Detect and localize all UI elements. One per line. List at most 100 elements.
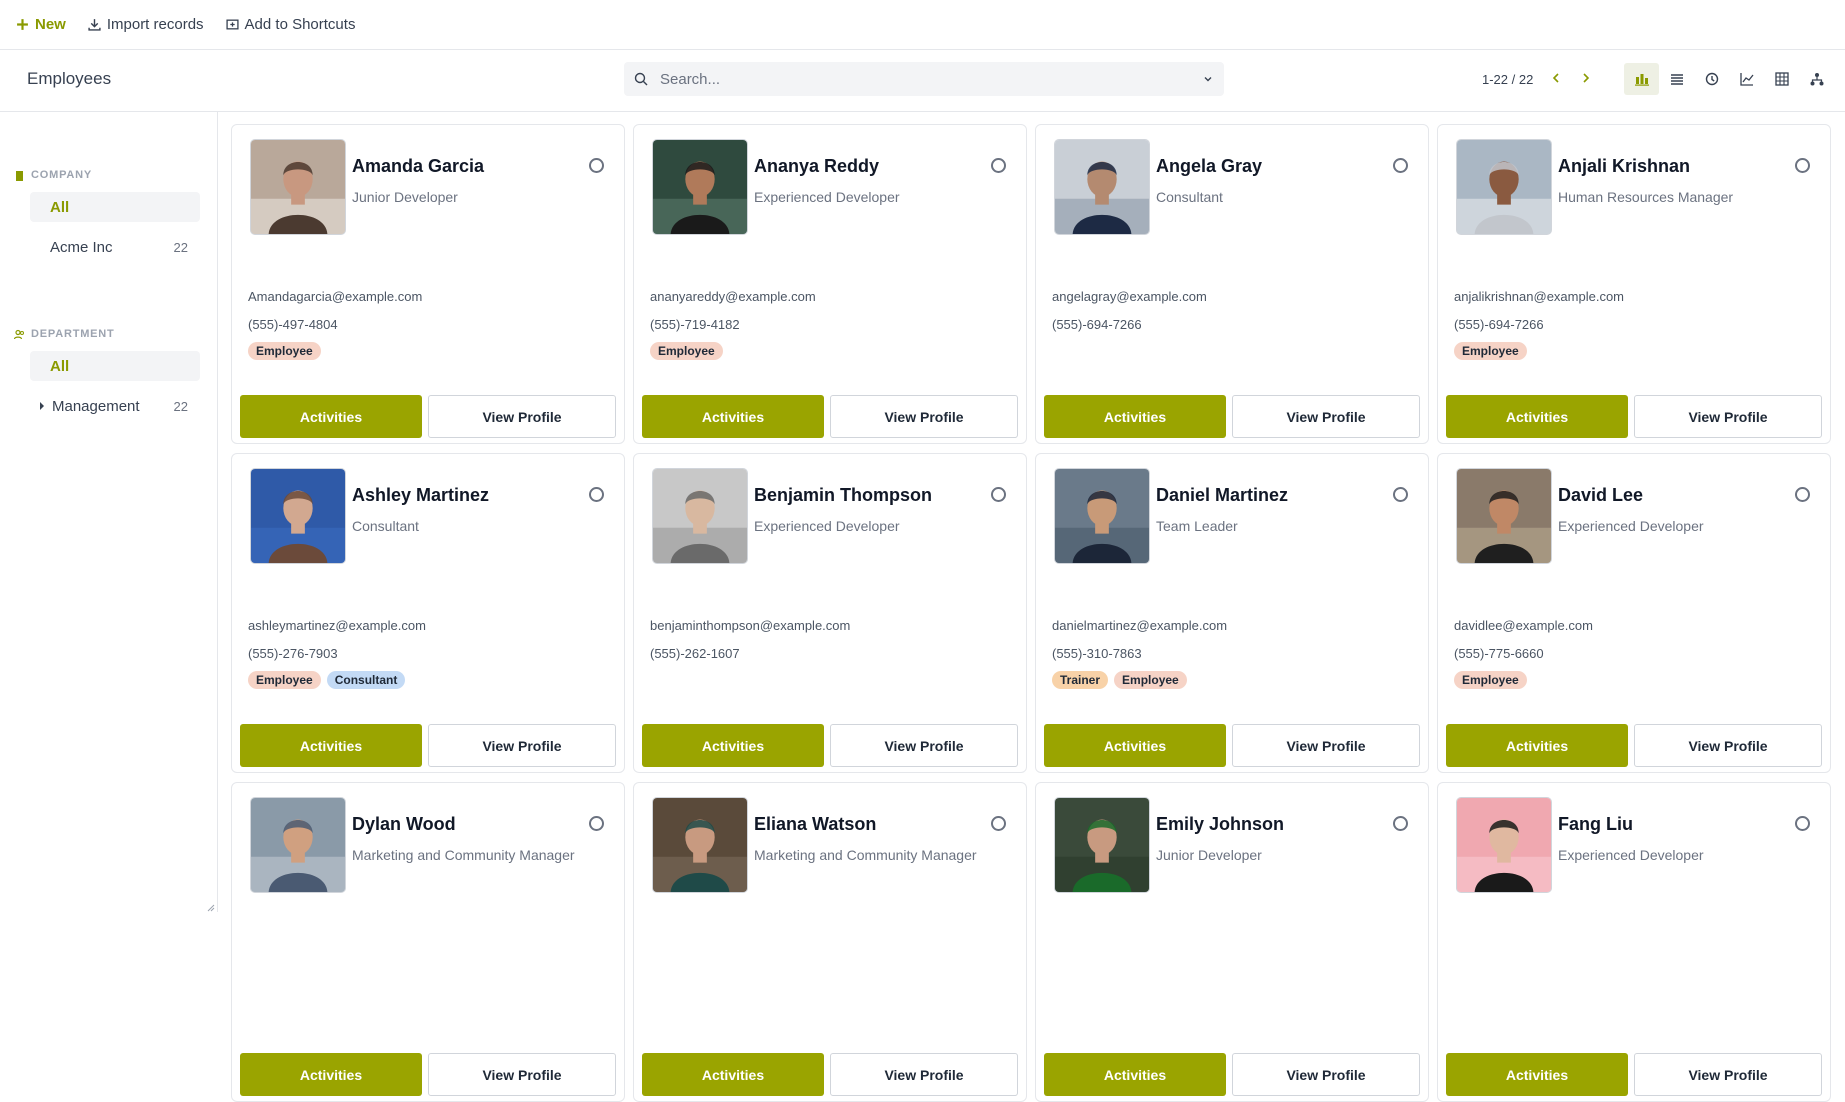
- view-profile-button[interactable]: View Profile: [1232, 395, 1420, 438]
- company-item-label: Acme Inc: [50, 238, 113, 256]
- employee-card[interactable]: Ashley Martinez Consultant ashleymartinez@…: [231, 453, 625, 773]
- employee-phone[interactable]: (555)-719-4182: [650, 317, 740, 332]
- activities-button[interactable]: Activities: [642, 724, 824, 767]
- employee-email[interactable]: benjaminthompson@example.com: [650, 618, 850, 633]
- resize-handle-icon[interactable]: [205, 902, 215, 912]
- activities-button[interactable]: Activities: [1044, 395, 1226, 438]
- company-filter-acme[interactable]: Acme Inc 22: [30, 232, 200, 262]
- activities-button[interactable]: Activities: [1446, 1053, 1628, 1096]
- search-bar[interactable]: Search...: [624, 62, 1224, 96]
- view-profile-button[interactable]: View Profile: [428, 1053, 616, 1096]
- employee-phone[interactable]: (555)-694-7266: [1052, 317, 1142, 332]
- activities-button[interactable]: Activities: [642, 395, 824, 438]
- employee-email[interactable]: ashleymartinez@example.com: [248, 618, 426, 633]
- employee-email[interactable]: ananyareddy@example.com: [650, 289, 816, 304]
- employee-card[interactable]: Ananya Reddy Experienced Developer ananyar…: [633, 124, 1027, 444]
- presence-status-icon[interactable]: [589, 158, 604, 173]
- employee-tags: Employee: [650, 342, 723, 360]
- employee-phone[interactable]: (555)-276-7903: [248, 646, 338, 661]
- chevron-left-icon[interactable]: [1548, 70, 1564, 86]
- table-icon: [1774, 72, 1789, 86]
- employee-email[interactable]: angelagray@example.com: [1052, 289, 1207, 304]
- employee-phone[interactable]: (555)-262-1607: [650, 646, 740, 661]
- company-all-label: All: [50, 198, 70, 216]
- presence-status-icon[interactable]: [589, 816, 604, 831]
- activities-button[interactable]: Activities: [240, 724, 422, 767]
- search-input[interactable]: Search...: [660, 71, 1202, 88]
- presence-status-icon[interactable]: [1393, 158, 1408, 173]
- presence-status-icon[interactable]: [1795, 158, 1810, 173]
- view-profile-button[interactable]: View Profile: [830, 1053, 1018, 1096]
- activities-button[interactable]: Activities: [1446, 724, 1628, 767]
- view-switcher: [1624, 63, 1834, 95]
- employee-email[interactable]: Amandagarcia@example.com: [248, 289, 422, 304]
- employee-card[interactable]: Angela Gray Consultant angelagray@example.…: [1035, 124, 1429, 444]
- employee-job-title: Junior Developer: [1156, 847, 1262, 863]
- activity-view-button[interactable]: [1694, 63, 1729, 95]
- presence-status-icon[interactable]: [1795, 816, 1810, 831]
- view-profile-button[interactable]: View Profile: [1232, 724, 1420, 767]
- graph-view-button[interactable]: [1729, 63, 1764, 95]
- employee-phone[interactable]: (555)-310-7863: [1052, 646, 1142, 661]
- activities-button[interactable]: Activities: [240, 1053, 422, 1096]
- activities-button[interactable]: Activities: [642, 1053, 824, 1096]
- employee-phone[interactable]: (555)-694-7266: [1454, 317, 1544, 332]
- employee-card[interactable]: Dylan Wood Marketing and Community Manage…: [231, 782, 625, 1102]
- kanban-view-button[interactable]: [1624, 63, 1659, 95]
- presence-status-icon[interactable]: [1393, 816, 1408, 831]
- view-profile-button[interactable]: View Profile: [1634, 395, 1822, 438]
- employee-job-title: Marketing and Community Manager: [352, 847, 575, 863]
- employee-card[interactable]: Daniel Martinez Team Leader danielmartinez…: [1035, 453, 1429, 773]
- employee-card[interactable]: Emily Johnson Junior Developer Activities V…: [1035, 782, 1429, 1102]
- activities-button[interactable]: Activities: [1446, 395, 1628, 438]
- presence-status-icon[interactable]: [589, 487, 604, 502]
- presence-status-icon[interactable]: [991, 158, 1006, 173]
- activities-button[interactable]: Activities: [240, 395, 422, 438]
- import-records-button[interactable]: Import records: [88, 16, 204, 33]
- presence-status-icon[interactable]: [991, 816, 1006, 831]
- view-profile-button[interactable]: View Profile: [428, 724, 616, 767]
- pivot-view-button[interactable]: [1764, 63, 1799, 95]
- activities-button[interactable]: Activities: [1044, 724, 1226, 767]
- view-profile-button[interactable]: View Profile: [1634, 1053, 1822, 1096]
- chevron-down-icon[interactable]: [1202, 73, 1214, 85]
- employee-card[interactable]: Fang Liu Experienced Developer Activities V…: [1437, 782, 1831, 1102]
- list-view-button[interactable]: [1659, 63, 1694, 95]
- presence-status-icon[interactable]: [1393, 487, 1408, 502]
- employee-card[interactable]: David Lee Experienced Developer davidlee@e…: [1437, 453, 1831, 773]
- employee-card[interactable]: Benjamin Thompson Experienced Developer be…: [633, 453, 1027, 773]
- employee-card[interactable]: Anjali Krishnan Human Resources Manager an…: [1437, 124, 1831, 444]
- employee-email[interactable]: anjalikrishnan@example.com: [1454, 289, 1624, 304]
- employee-card[interactable]: Amanda Garcia Junior Developer Amandagarci…: [231, 124, 625, 444]
- hierarchy-view-button[interactable]: [1799, 63, 1834, 95]
- company-count: 22: [173, 239, 188, 255]
- view-profile-button[interactable]: View Profile: [428, 395, 616, 438]
- employee-tag: Employee: [650, 342, 723, 360]
- employee-email[interactable]: danielmartinez@example.com: [1052, 618, 1227, 633]
- employee-card[interactable]: Eliana Watson Marketing and Community Man…: [633, 782, 1027, 1102]
- add-to-shortcuts-button[interactable]: Add to Shortcuts: [225, 16, 355, 33]
- department-filter-management[interactable]: Management 22: [30, 391, 200, 421]
- pager-value[interactable]: 1-22 / 22: [1482, 72, 1533, 87]
- employee-avatar: [1456, 797, 1552, 893]
- caret-right-icon[interactable]: [38, 402, 46, 410]
- chevron-right-icon[interactable]: [1578, 70, 1594, 86]
- users-icon: [14, 329, 24, 339]
- presence-status-icon[interactable]: [1795, 487, 1810, 502]
- employee-job-title: Experienced Developer: [754, 189, 900, 205]
- employee-phone[interactable]: (555)-497-4804: [248, 317, 338, 332]
- employee-tags: Employee: [248, 342, 321, 360]
- presence-status-icon[interactable]: [991, 487, 1006, 502]
- company-filter-all[interactable]: All: [30, 192, 200, 222]
- employee-phone[interactable]: (555)-775-6660: [1454, 646, 1544, 661]
- view-profile-button[interactable]: View Profile: [1232, 1053, 1420, 1096]
- new-button[interactable]: New: [16, 16, 66, 33]
- department-filter-all[interactable]: All: [30, 351, 200, 381]
- view-profile-button[interactable]: View Profile: [830, 395, 1018, 438]
- page-title: Employees: [27, 69, 112, 88]
- view-profile-button[interactable]: View Profile: [1634, 724, 1822, 767]
- employee-job-title: Experienced Developer: [1558, 847, 1704, 863]
- view-profile-button[interactable]: View Profile: [830, 724, 1018, 767]
- activities-button[interactable]: Activities: [1044, 1053, 1226, 1096]
- employee-email[interactable]: davidlee@example.com: [1454, 618, 1593, 633]
